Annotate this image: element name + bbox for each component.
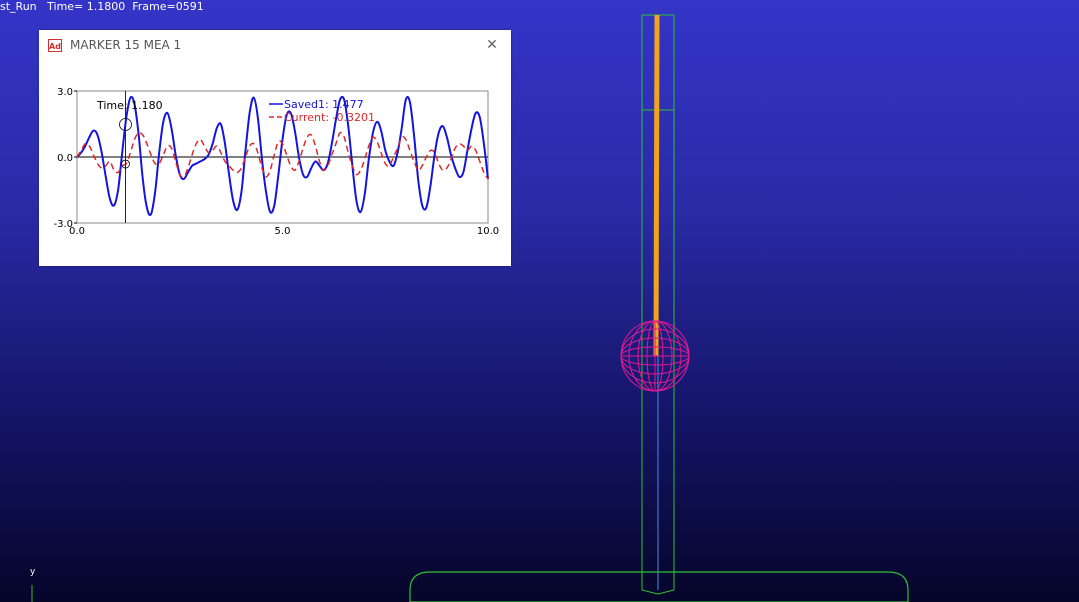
y-tick-labels: 3.00.0-3.0 — [53, 87, 77, 230]
plot-titlebar[interactable]: Ad MARKER 15 MEA 1 ✕ — [39, 30, 511, 60]
cursor-time-label: Time: 1.180 — [96, 99, 163, 112]
y-axis-triad-label: y — [30, 567, 36, 577]
y-tick-label: 3.0 — [57, 87, 73, 98]
y-tick-label: 0.0 — [57, 153, 73, 164]
x-tick-label: 0.0 — [69, 226, 85, 237]
marker-plot: 3.00.0-3.0 0.0 5.0 10.0 Time: 1.180 Saved1… — [53, 87, 499, 237]
plot-window[interactable]: Ad MARKER 15 MEA 1 ✕ 3.0 0.0 -3.0 0.0 5.0 10… — [39, 30, 511, 266]
legend: Saved1: 1.477 Current: -0.3201 — [269, 98, 375, 124]
pendulum-ball[interactable] — [620, 320, 690, 392]
x-tick-labels: 0.0 5.0 10.0 — [69, 226, 499, 237]
pendulum-link[interactable] — [653, 14, 660, 357]
app-icon: Ad — [48, 39, 62, 52]
x-tick-label: 5.0 — [275, 226, 291, 237]
plot-window-title: MARKER 15 MEA 1 — [70, 38, 182, 52]
legend-saved-label: Saved1: 1.477 — [284, 98, 364, 111]
x-tick-label: 10.0 — [477, 226, 499, 237]
legend-current-label: Current: -0.3201 — [284, 111, 375, 124]
base-plate — [409, 571, 909, 602]
close-icon[interactable]: ✕ — [483, 36, 501, 54]
